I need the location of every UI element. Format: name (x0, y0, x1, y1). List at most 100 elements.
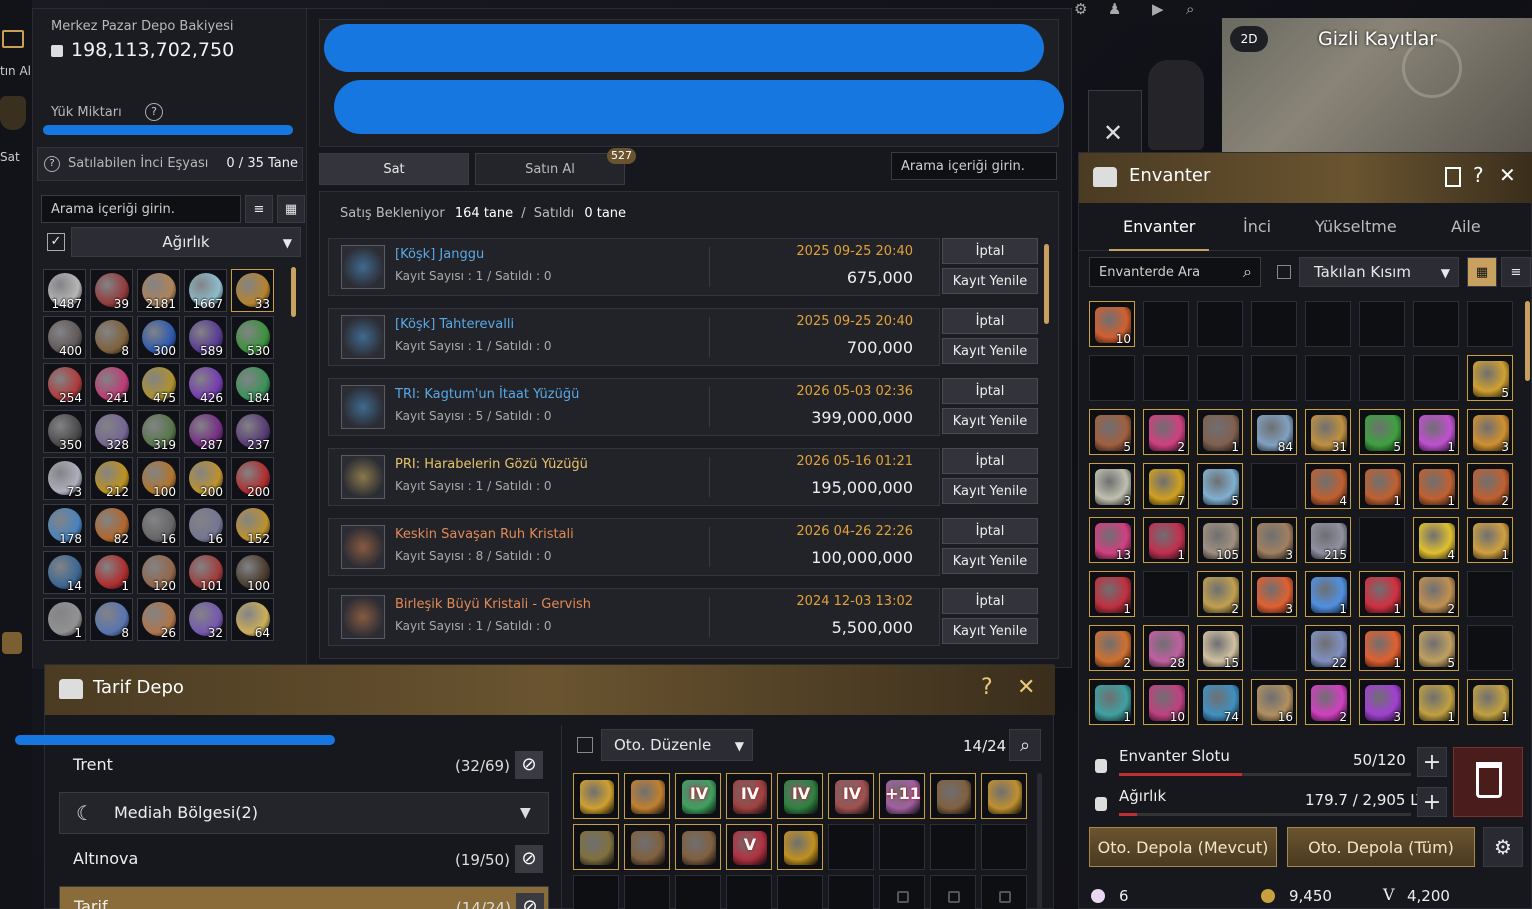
recipe-slot[interactable] (930, 824, 976, 870)
inventory-slot[interactable] (1467, 625, 1513, 671)
inventory-slot[interactable]: 74 (1197, 679, 1243, 725)
right-search-input[interactable]: Arama içeriği girin. (891, 152, 1057, 180)
recipe-slot[interactable] (930, 773, 976, 819)
search-icon[interactable]: ⌕ (1243, 262, 1252, 282)
market-grid-slot[interactable]: 178 (43, 504, 86, 547)
grid-scrollbar[interactable] (291, 267, 296, 317)
question-icon[interactable]: ? (44, 156, 60, 172)
market-grid-slot[interactable]: 152 (231, 504, 274, 547)
inventory-slot[interactable] (1359, 301, 1405, 347)
inventory-slot[interactable] (1197, 355, 1243, 401)
renew-listing-button[interactable]: Kayıt Yenile (942, 268, 1038, 294)
feather-icon[interactable]: ⊘ (515, 845, 543, 873)
list-view-icon[interactable]: ≡ (245, 195, 273, 223)
recipe-slot[interactable]: IV (777, 773, 823, 819)
market-grid-slot[interactable]: 100 (231, 551, 274, 594)
cancel-button[interactable]: İptal (942, 588, 1038, 614)
market-grid-slot[interactable]: 101 (184, 551, 227, 594)
inventory-slot[interactable]: 28 (1143, 625, 1189, 671)
inventory-slot[interactable]: 10 (1089, 301, 1135, 347)
gear-icon[interactable]: ⚙ (1074, 0, 1087, 18)
recipe-slot[interactable] (777, 875, 823, 909)
inventory-slot[interactable] (1089, 355, 1135, 401)
settings-button[interactable]: ⚙ (1483, 827, 1523, 867)
inventory-slot[interactable]: 3 (1467, 409, 1513, 455)
grid-view-icon[interactable]: ▦ (1467, 257, 1497, 287)
map-2d-badge[interactable]: 2D (1230, 26, 1268, 52)
inventory-slot[interactable]: 1 (1413, 409, 1459, 455)
market-grid-slot[interactable]: 200 (184, 457, 227, 500)
inventory-slot[interactable] (1413, 355, 1459, 401)
tab-1[interactable]: İnci (1243, 217, 1271, 236)
recipe-slot[interactable] (777, 824, 823, 870)
market-grid-slot[interactable]: 39 (90, 269, 133, 312)
market-grid-slot[interactable]: 82 (90, 504, 133, 547)
recipe-search-button[interactable]: ⌕ (1009, 729, 1041, 761)
renew-listing-button[interactable]: Kayıt Yenile (942, 548, 1038, 574)
inventory-slot[interactable]: 5 (1359, 409, 1405, 455)
recipe-slot[interactable] (828, 824, 874, 870)
inventory-slot[interactable]: 7 (1143, 463, 1189, 509)
recipe-slot[interactable] (675, 824, 721, 870)
inventory-slot[interactable]: 31 (1305, 409, 1351, 455)
auto-store-all-button[interactable]: Oto. Depola (Tüm) (1287, 827, 1475, 867)
inventory-search-input[interactable]: Envanterde Ara ⌕ (1089, 257, 1261, 287)
recipe-slot[interactable]: IV (726, 773, 772, 819)
inventory-slot[interactable]: 1 (1197, 409, 1243, 455)
inventory-slot[interactable]: 1 (1359, 571, 1405, 617)
recipe-slot[interactable] (930, 875, 976, 909)
listing-name[interactable]: [Köşk] Janggu (395, 247, 484, 262)
inventory-slot[interactable]: 1 (1359, 463, 1405, 509)
market-grid-slot[interactable]: 300 (137, 316, 180, 359)
market-grid-slot[interactable]: 32 (184, 598, 227, 641)
play-icon[interactable]: ▶ (1152, 0, 1164, 18)
tab-sell[interactable]: Sat (319, 153, 469, 185)
inventory-slot[interactable]: 1 (1467, 679, 1513, 725)
tab-buy[interactable]: Satın Al (475, 153, 625, 185)
recipe-slot[interactable] (624, 875, 670, 909)
search-icon[interactable]: ⌕ (1186, 0, 1194, 18)
minimap[interactable]: 2D Gizli Kayıtlar (1222, 18, 1532, 152)
feather-icon[interactable]: ⊘ (515, 751, 543, 779)
listing-name[interactable]: [Köşk] Tahterevalli (395, 317, 514, 332)
recipe-region-row[interactable]: Tarif (14/24) ⊘ (59, 886, 549, 909)
help-icon[interactable]: ? (1473, 163, 1484, 187)
inventory-scrollbar[interactable] (1525, 301, 1530, 381)
market-grid-slot[interactable]: 100 (137, 457, 180, 500)
buy-tab-label[interactable]: tın Al (0, 64, 31, 78)
inventory-slot[interactable] (1143, 301, 1189, 347)
bag-icon[interactable] (2, 632, 22, 654)
recipe-slot[interactable] (879, 824, 925, 870)
inventory-slot[interactable]: 105 (1197, 517, 1243, 563)
market-grid-slot[interactable]: 184 (231, 363, 274, 406)
inventory-slot[interactable]: 4 (1413, 517, 1459, 563)
cancel-button[interactable]: İptal (942, 448, 1038, 474)
inventory-slot[interactable]: 3 (1359, 679, 1405, 725)
auto-store-current-button[interactable]: Oto. Depola (Mevcut) (1089, 827, 1277, 867)
inventory-slot[interactable]: 3 (1251, 517, 1297, 563)
inventory-slot[interactable] (1413, 301, 1459, 347)
inventory-slot[interactable]: 1 (1089, 571, 1135, 617)
tab-3[interactable]: Aile (1451, 217, 1481, 236)
market-grid-slot[interactable]: 16 (137, 504, 180, 547)
recipe-region-row[interactable]: Altınova (19/50) ⊘ (59, 839, 549, 881)
market-grid-slot[interactable]: 73 (43, 457, 86, 500)
listing-name[interactable]: PRI: Harabelerin Gözü Yüzüğü (395, 457, 588, 472)
recipe-slot[interactable] (624, 824, 670, 870)
inventory-slot[interactable] (1143, 571, 1189, 617)
inventory-slot[interactable]: 13 (1089, 517, 1135, 563)
market-grid-slot[interactable]: 8 (90, 598, 133, 641)
market-grid-slot[interactable]: 319 (137, 410, 180, 453)
inventory-slot[interactable] (1305, 355, 1351, 401)
left-search-input[interactable]: Arama içeriği girin. (41, 195, 241, 223)
market-grid-slot[interactable]: 589 (184, 316, 227, 359)
inventory-slot[interactable]: 215 (1305, 517, 1351, 563)
renew-listing-button[interactable]: Kayıt Yenile (942, 618, 1038, 644)
inventory-slot[interactable]: 84 (1251, 409, 1297, 455)
market-grid-slot[interactable]: 350 (43, 410, 86, 453)
inventory-slot[interactable]: 16 (1251, 679, 1297, 725)
recipe-slot[interactable] (573, 773, 619, 819)
listing-name[interactable]: Keskin Savaşan Ruh Kristali (395, 527, 574, 542)
equipped-filter-dropdown[interactable]: Takılan Kısım ▼ (1299, 257, 1459, 287)
inventory-slot[interactable]: 2 (1413, 571, 1459, 617)
